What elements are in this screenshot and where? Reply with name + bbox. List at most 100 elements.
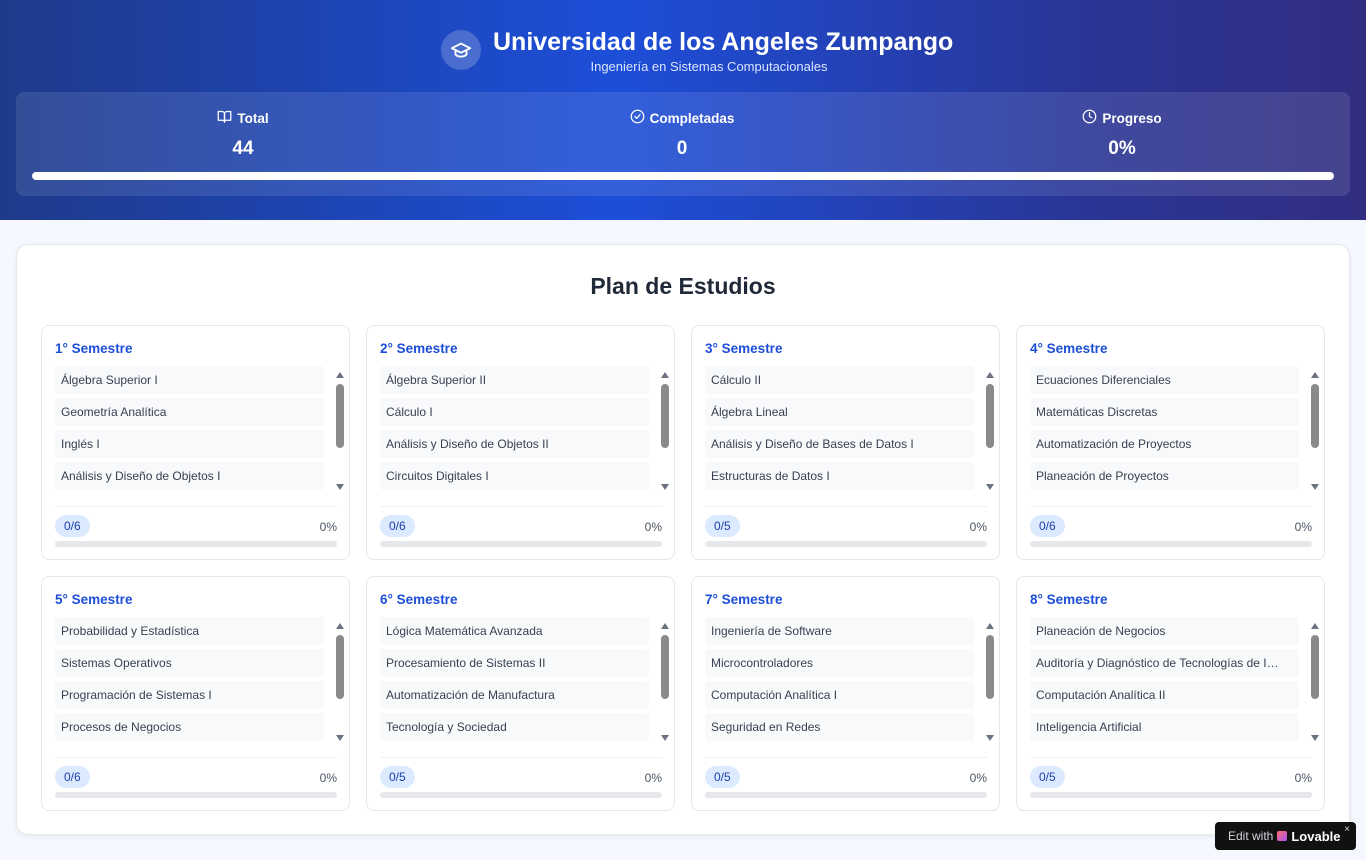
lovable-edit-label: Edit with xyxy=(1228,829,1274,843)
course-list[interactable]: Planeación de Negocios Auditoría y Diagnó… xyxy=(1030,617,1312,743)
course-item[interactable]: Procesamiento de Sistemas II xyxy=(380,649,649,677)
stat-total-value: 44 xyxy=(232,138,254,159)
completion-percent: 0% xyxy=(319,520,337,534)
course-item[interactable]: Programación de Sistemas I xyxy=(55,681,324,709)
semester-progress-bar xyxy=(1030,792,1312,798)
course-list[interactable]: Probabilidad y Estadística Sistemas Opera… xyxy=(55,617,337,743)
course-item[interactable]: Automatización de Manufactura xyxy=(380,681,649,709)
scroll-down-arrow-icon[interactable] xyxy=(661,484,669,490)
scrollbar-thumb[interactable] xyxy=(986,635,994,699)
divider xyxy=(1030,757,1312,758)
scroll-up-arrow-icon[interactable] xyxy=(1311,372,1319,378)
close-icon[interactable]: × xyxy=(1344,824,1350,835)
course-item[interactable]: Análisis y Diseño de Objetos II xyxy=(380,430,649,458)
completion-percent: 0% xyxy=(644,771,662,785)
course-item[interactable]: Tecnología y Sociedad xyxy=(380,713,649,741)
completion-badge: 0/5 xyxy=(705,766,740,788)
scrollbar-thumb[interactable] xyxy=(986,384,994,448)
scroll-up-arrow-icon[interactable] xyxy=(661,372,669,378)
stat-completed: Completadas 0 xyxy=(532,109,832,160)
scrollbar-thumb[interactable] xyxy=(661,384,669,448)
course-item[interactable]: Computación Analítica II xyxy=(1030,681,1299,709)
scroll-down-arrow-icon[interactable] xyxy=(336,484,344,490)
completion-badge: 0/5 xyxy=(705,515,740,537)
course-item[interactable]: Inglés I xyxy=(55,430,324,458)
course-item[interactable]: Sistemas Operativos xyxy=(55,649,324,677)
course-item[interactable]: Inteligencia Artificial xyxy=(1030,713,1299,741)
course-item[interactable]: Geometría Analítica xyxy=(55,398,324,426)
page-title: Universidad de los Angeles Zumpango xyxy=(493,28,954,56)
course-item[interactable]: Álgebra Superior I xyxy=(55,366,324,394)
scroll-down-arrow-icon[interactable] xyxy=(661,735,669,741)
scroll-down-arrow-icon[interactable] xyxy=(336,735,344,741)
scroll-up-arrow-icon[interactable] xyxy=(986,623,994,629)
course-item[interactable]: Cálculo II xyxy=(705,366,974,394)
lovable-heart-icon xyxy=(1277,831,1288,841)
semester-card: 7° Semestre Ingeniería de Software Microco… xyxy=(691,576,1000,811)
divider xyxy=(55,506,337,507)
brand: Universidad de los Angeles Zumpango Inge… xyxy=(0,28,1366,78)
semester-progress-bar xyxy=(705,541,987,547)
course-item[interactable]: Seguridad en Redes xyxy=(705,713,974,741)
semester-title: 2° Semestre xyxy=(380,341,458,356)
page-subtitle: Ingeniería en Sistemas Computacionales xyxy=(590,59,828,74)
course-item[interactable]: Análisis y Diseño de Objetos I xyxy=(55,462,324,490)
stat-completed-value: 0 xyxy=(676,138,688,159)
course-item[interactable]: Ingeniería de Software xyxy=(705,617,974,645)
semester-title: 6° Semestre xyxy=(380,592,458,607)
completion-badge: 0/6 xyxy=(55,515,90,537)
course-item[interactable]: Análisis y Diseño de Bases de Datos I xyxy=(705,430,974,458)
course-item[interactable]: Microcontroladores xyxy=(705,649,974,677)
scrollbar-thumb[interactable] xyxy=(1311,384,1319,448)
scroll-up-arrow-icon[interactable] xyxy=(986,372,994,378)
semester-title: 1° Semestre xyxy=(55,341,133,356)
semester-title: 4° Semestre xyxy=(1030,341,1108,356)
scrollbar-thumb[interactable] xyxy=(336,384,344,448)
course-list[interactable]: Lógica Matemática Avanzada Procesamiento … xyxy=(380,617,662,743)
scroll-down-arrow-icon[interactable] xyxy=(986,735,994,741)
course-item[interactable]: Auditoría y Diagnóstico de Tecnologías d… xyxy=(1030,649,1299,677)
scroll-up-arrow-icon[interactable] xyxy=(1311,623,1319,629)
completion-percent: 0% xyxy=(969,520,987,534)
course-list[interactable]: Cálculo II Álgebra Lineal Análisis y Diseñ… xyxy=(705,366,987,492)
course-item[interactable]: Procesos de Negocios xyxy=(55,713,324,741)
scroll-up-arrow-icon[interactable] xyxy=(336,623,344,629)
course-item[interactable]: Álgebra Superior II xyxy=(380,366,649,394)
course-item[interactable]: Computación Analítica I xyxy=(705,681,974,709)
course-item[interactable]: Ecuaciones Diferenciales xyxy=(1030,366,1299,394)
divider xyxy=(705,506,987,507)
course-item[interactable]: Planeación de Negocios xyxy=(1030,617,1299,645)
scroll-down-arrow-icon[interactable] xyxy=(986,484,994,490)
scroll-up-arrow-icon[interactable] xyxy=(661,623,669,629)
scroll-down-arrow-icon[interactable] xyxy=(1311,484,1319,490)
overall-progress-bar xyxy=(32,172,1334,180)
completion-percent: 0% xyxy=(1294,771,1312,785)
divider xyxy=(380,757,662,758)
course-item[interactable]: Cálculo I xyxy=(380,398,649,426)
course-item[interactable]: Matemáticas Discretas xyxy=(1030,398,1299,426)
course-item[interactable]: Estructuras de Datos I xyxy=(705,462,974,490)
course-item[interactable]: Álgebra Lineal xyxy=(705,398,974,426)
course-item[interactable]: Circuitos Digitales I xyxy=(380,462,649,490)
lovable-brand-label: Lovable xyxy=(1291,828,1341,844)
course-item[interactable]: Lógica Matemática Avanzada xyxy=(380,617,649,645)
book-open-icon xyxy=(217,109,232,127)
scrollbar-thumb[interactable] xyxy=(1311,635,1319,699)
scroll-down-arrow-icon[interactable] xyxy=(1311,735,1319,741)
scroll-up-arrow-icon[interactable] xyxy=(336,372,344,378)
semester-title: 8° Semestre xyxy=(1030,592,1108,607)
course-item[interactable]: Planeación de Proyectos xyxy=(1030,462,1299,490)
course-list[interactable]: Álgebra Superior II Cálculo I Análisis y D… xyxy=(380,366,662,492)
semester-title: 5° Semestre xyxy=(55,592,133,607)
course-list[interactable]: Ingeniería de Software Microcontroladores… xyxy=(705,617,987,743)
scrollbar-thumb[interactable] xyxy=(336,635,344,699)
course-item[interactable]: Automatización de Proyectos xyxy=(1030,430,1299,458)
course-list[interactable]: Álgebra Superior I Geometría Analítica Ing… xyxy=(55,366,337,492)
course-list[interactable]: Ecuaciones Diferenciales Matemáticas Disc… xyxy=(1030,366,1312,492)
course-item[interactable]: Probabilidad y Estadística xyxy=(55,617,324,645)
scrollbar-thumb[interactable] xyxy=(661,635,669,699)
semester-title: 3° Semestre xyxy=(705,341,783,356)
completion-percent: 0% xyxy=(969,771,987,785)
edit-with-lovable-badge[interactable]: Edit with Lovable × xyxy=(1215,822,1356,850)
stat-total-label: Total xyxy=(237,110,269,126)
